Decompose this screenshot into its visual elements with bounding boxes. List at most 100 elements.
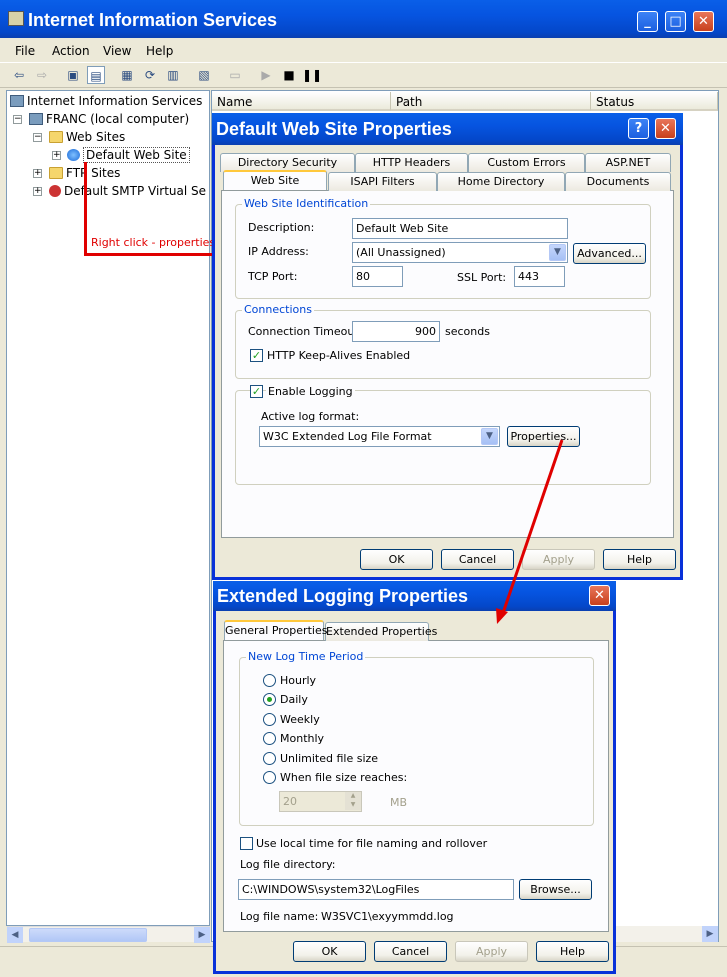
spin-down-icon[interactable]: ▼ — [345, 801, 361, 810]
expand-smtp[interactable]: + — [33, 187, 42, 196]
daily-radio[interactable] — [263, 693, 276, 706]
help-icon[interactable]: ▧ — [195, 66, 213, 84]
ssl-port-input[interactable]: 443 — [514, 266, 565, 287]
back-arrow-icon[interactable]: ⇦ — [10, 66, 28, 84]
main-titlebar[interactable]: Internet Information Services — [0, 0, 727, 38]
collapse-web-sites[interactable]: − — [33, 133, 42, 142]
weekly-radio[interactable] — [263, 713, 276, 726]
column-name[interactable]: Name — [212, 92, 391, 111]
tab-general-properties[interactable]: General Properties — [224, 620, 327, 640]
keepalive-checkbox[interactable]: ✓ — [250, 349, 263, 362]
main-title: Internet Information Services — [28, 10, 278, 30]
log-format-select[interactable]: W3C Extended Log File Format ▼ — [259, 426, 500, 447]
timeout-input[interactable]: 900 — [352, 321, 440, 342]
up-folder-icon[interactable]: ▣ — [64, 66, 82, 84]
hourly-radio[interactable] — [263, 674, 276, 687]
advanced-button[interactable]: Advanced... — [573, 243, 646, 264]
dialog2-titlebar[interactable]: Extended Logging Properties — [213, 581, 616, 611]
tab-home-directory[interactable]: Home Directory — [437, 172, 565, 191]
enable-logging-checkbox[interactable]: ✓ — [250, 385, 263, 398]
unlimited-size-label: Unlimited file size — [280, 752, 379, 765]
tab-aspnet[interactable]: ASP.NET — [585, 153, 671, 172]
local-time-checkbox[interactable] — [240, 837, 253, 850]
tcp-port-label: TCP Port: — [248, 270, 298, 283]
tree-hscrollbar[interactable]: ◀ ▶ — [7, 926, 210, 943]
screenshot: Internet Information Services _ □ ✕ File… — [0, 0, 727, 977]
scroll-right-icon[interactable]: ▶ — [194, 927, 210, 943]
forward-arrow-icon[interactable]: ⇨ — [33, 66, 51, 84]
tree-smtp[interactable]: Default SMTP Virtual Se — [49, 184, 206, 198]
logging-properties-button[interactable]: Properties... — [507, 426, 580, 447]
chevron-down-icon[interactable]: ▼ — [549, 244, 566, 261]
menu-file[interactable]: File — [15, 44, 35, 58]
dialog2-cancel-button[interactable]: Cancel — [374, 941, 447, 962]
tab-http-headers[interactable]: HTTP Headers — [355, 153, 468, 172]
browse-button[interactable]: Browse... — [519, 879, 592, 900]
dialog2-close-button[interactable]: ✕ — [589, 585, 610, 606]
maximize-button[interactable]: □ — [665, 11, 686, 32]
daily-label: Daily — [280, 693, 308, 706]
menu-action[interactable]: Action — [52, 44, 90, 58]
computer-icon[interactable]: ▭ — [226, 66, 244, 84]
scroll-left-icon[interactable]: ◀ — [7, 927, 23, 943]
ip-address-label: IP Address: — [248, 245, 309, 258]
ip-address-select[interactable]: (All Unassigned) ▼ — [352, 242, 568, 263]
local-time-label: Use local time for file naming and rollo… — [256, 837, 488, 850]
hourly-label: Hourly — [280, 674, 317, 687]
menu-help[interactable]: Help — [146, 44, 173, 58]
annotation-text: Right click - properties — [91, 236, 216, 249]
tree-default-web-site[interactable]: Default Web Site — [67, 147, 190, 163]
tab-custom-errors[interactable]: Custom Errors — [468, 153, 585, 172]
minimize-button[interactable]: _ — [637, 11, 658, 32]
dialog2-apply-button[interactable]: Apply — [455, 941, 528, 962]
tree-pane: Internet Information Services − FRANC (l… — [6, 90, 210, 926]
unlimited-size-radio[interactable] — [263, 752, 276, 765]
log-time-period-legend: New Log Time Period — [246, 650, 366, 663]
dialog1-apply-button[interactable]: Apply — [522, 549, 595, 570]
play-icon[interactable]: ▶ — [257, 66, 275, 84]
scroll-right-icon[interactable]: ▶ — [702, 926, 718, 942]
tab-isapi-filters[interactable]: ISAPI Filters — [328, 172, 437, 191]
show-tree-icon[interactable]: ▤ — [87, 66, 105, 84]
toolbar — [0, 62, 727, 88]
dialog2-title: Extended Logging Properties — [217, 586, 469, 606]
stop-icon[interactable]: ■ — [280, 66, 298, 84]
export-icon[interactable]: ▥ — [164, 66, 182, 84]
dialog1-title: Default Web Site Properties — [216, 119, 452, 139]
tree-computer[interactable]: FRANC (local computer) — [29, 112, 189, 126]
dialog1-close-button[interactable]: ✕ — [655, 118, 676, 139]
tree-root[interactable]: Internet Information Services — [10, 94, 202, 108]
chevron-down-icon[interactable]: ▼ — [481, 428, 498, 445]
monthly-radio[interactable] — [263, 732, 276, 745]
dialog1-help-button[interactable]: ? — [628, 118, 649, 139]
log-dir-input[interactable]: C:\WINDOWS\system32\LogFiles — [238, 879, 514, 900]
refresh-icon[interactable]: ⟳ — [141, 66, 159, 84]
menu-view[interactable]: View — [103, 44, 131, 58]
tab-web-site[interactable]: Web Site — [223, 170, 327, 190]
dialog1-ok-button[interactable]: OK — [360, 549, 433, 570]
scroll-thumb[interactable] — [29, 928, 147, 942]
tcp-port-input[interactable]: 80 — [352, 266, 403, 287]
spin-up-icon[interactable]: ▲ — [345, 792, 361, 801]
log-file-name-label: Log file name: — [240, 910, 319, 923]
expand-ftp-sites[interactable]: + — [33, 169, 42, 178]
dialog2-ok-button[interactable]: OK — [293, 941, 366, 962]
close-button[interactable]: ✕ — [693, 11, 714, 32]
list-hscrollbar[interactable]: ▶ — [616, 926, 718, 942]
collapse-computer[interactable]: − — [13, 115, 22, 124]
tree-web-sites[interactable]: Web Sites — [49, 130, 125, 144]
tab-documents[interactable]: Documents — [565, 172, 671, 191]
column-path[interactable]: Path — [391, 92, 591, 111]
connections-legend: Connections — [242, 303, 314, 316]
tab-extended-properties[interactable]: Extended Properties — [325, 622, 437, 641]
dialog1-titlebar[interactable]: Default Web Site Properties — [212, 113, 683, 145]
properties-icon[interactable]: ▦ — [118, 66, 136, 84]
expand-default-web-site[interactable]: + — [52, 151, 61, 160]
pause-icon[interactable]: ❚❚ — [302, 66, 322, 84]
column-status[interactable]: Status — [591, 92, 718, 111]
dialog2-help-button[interactable]: Help — [536, 941, 609, 962]
description-input[interactable]: Default Web Site — [352, 218, 568, 239]
dialog1-help-text-button[interactable]: Help — [603, 549, 676, 570]
file-size-radio[interactable] — [263, 771, 276, 784]
dialog1-cancel-button[interactable]: Cancel — [441, 549, 514, 570]
